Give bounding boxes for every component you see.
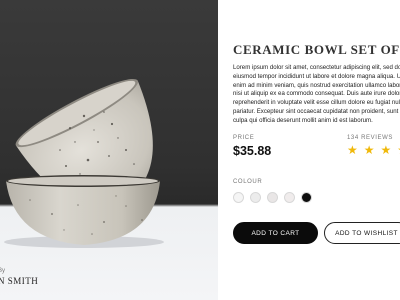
add-to-cart-button[interactable]: ADD TO CART <box>233 222 318 244</box>
credit-name: N SMITH <box>0 276 39 286</box>
credit-by-label: By <box>0 268 6 274</box>
colour-label: COLOUR <box>233 179 263 185</box>
colour-swatch[interactable] <box>301 192 312 203</box>
colour-swatch[interactable] <box>250 192 261 203</box>
colour-swatches <box>233 192 312 203</box>
colour-swatch[interactable] <box>233 192 244 203</box>
product-photo: By N SMITH <box>0 0 218 300</box>
star-rating: ★★★★ <box>347 144 400 156</box>
photo-credit: By N SMITH <box>0 268 38 286</box>
price-label: PRICE <box>233 135 255 141</box>
add-to-wishlist-button[interactable]: ADD TO WISHLIST <box>324 222 400 244</box>
product-title: CERAMIC BOWL SET OF 2 <box>233 42 400 57</box>
colour-swatch[interactable] <box>284 192 295 203</box>
reviews-count: 134 REVIEWS <box>347 135 393 141</box>
star-icon: ★ <box>363 143 375 157</box>
star-icon: ★ <box>347 143 358 157</box>
product-price: $35.88 <box>233 144 272 158</box>
product-description: Lorem ipsum dolor sit amet, consectetur … <box>233 64 400 124</box>
product-details: CERAMIC BOWL SET OF 2 Lorem ipsum dolor … <box>233 0 400 300</box>
star-icon: ★ <box>380 143 392 157</box>
ceramic-bowls-image <box>4 78 164 248</box>
colour-swatch[interactable] <box>267 192 278 203</box>
